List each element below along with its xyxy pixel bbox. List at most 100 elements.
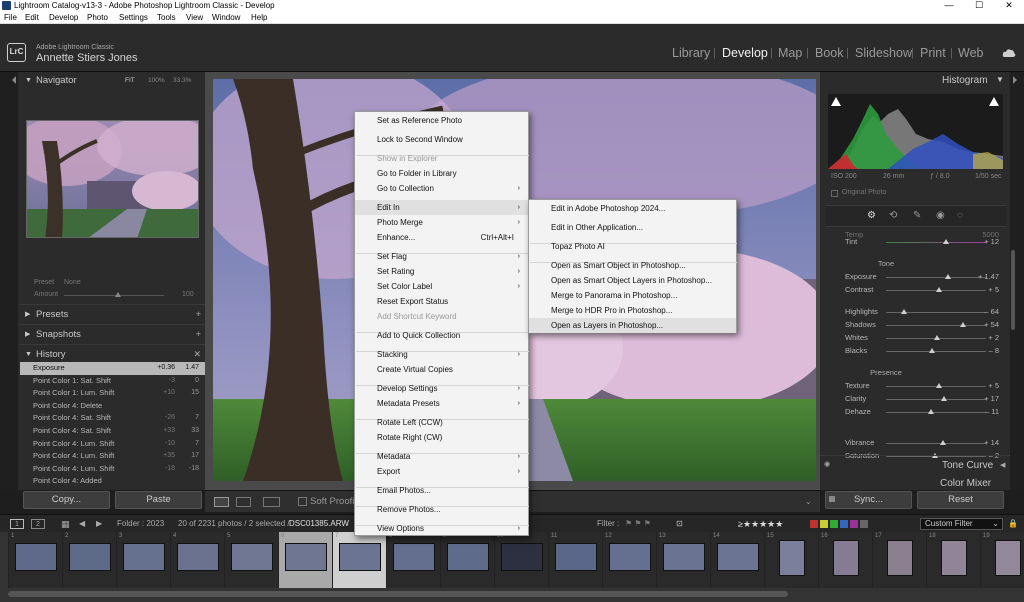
back-arrow-icon[interactable]: ◀: [79, 515, 85, 533]
amount-slider-knob[interactable]: [115, 292, 121, 297]
menu-item-go-to-folder-in-library[interactable]: Go to Folder in Library: [355, 166, 528, 181]
filmstrip-thumbnail[interactable]: 8: [386, 532, 440, 588]
blacks-knob[interactable]: [929, 348, 935, 353]
history-item[interactable]: Point Color 1: Sat. Shift -3 0: [20, 375, 205, 388]
color-mixer-header[interactable]: Color Mixer: [820, 475, 1010, 487]
menu-item-set-as-reference-photo[interactable]: Set as Reference Photo: [355, 113, 528, 128]
green-label-icon[interactable]: [830, 520, 838, 528]
menu-item-merge-to-hdr-pro-in-photoshop[interactable]: Merge to HDR Pro in Photoshop...: [529, 303, 736, 318]
forward-arrow-icon[interactable]: ▶: [96, 515, 102, 533]
menu-item-edit-in-other-application[interactable]: Edit in Other Application...: [529, 220, 736, 235]
shadow-clipping-icon[interactable]: [831, 97, 841, 106]
minimize-button[interactable]: —: [934, 0, 964, 11]
amount-slider-track[interactable]: [64, 295, 164, 296]
module-book[interactable]: Book: [815, 46, 844, 60]
flag-filter-icons[interactable]: ⚑ ⚑ ⚑: [625, 515, 651, 533]
dehaze-knob[interactable]: [928, 409, 934, 414]
healing-icon[interactable]: ✎: [913, 210, 921, 221]
menu-tools[interactable]: Tools: [157, 11, 176, 24]
exposure-slider[interactable]: Exposure + 1.47: [826, 271, 1001, 283]
menu-item-edit-in-adobe-photoshop-2024[interactable]: Edit in Adobe Photoshop 2024...: [529, 201, 736, 216]
filmstrip-thumbnail[interactable]: 17: [872, 532, 926, 588]
menu-item-open-as-smart-object-in-photoshop[interactable]: Open as Smart Object in Photoshop...: [529, 258, 736, 273]
clarity-slider[interactable]: Clarity + 17: [826, 393, 1001, 405]
eye-icon[interactable]: ◉: [824, 460, 830, 468]
filmstrip-thumbnail[interactable]: 5: [224, 532, 278, 588]
history-item[interactable]: Point Color 4: Lum. Shift +35 17: [20, 450, 205, 463]
vibrance-slider[interactable]: Vibrance + 14: [826, 437, 1001, 449]
tone-curve-header[interactable]: ◉ Tone Curve ◀: [820, 455, 1010, 475]
menu-item-rotate-right-cw[interactable]: Rotate Right (CW): [355, 430, 528, 445]
menu-item-email-photos[interactable]: Email Photos...: [355, 483, 528, 498]
red-label-icon[interactable]: [810, 520, 818, 528]
dehaze-track[interactable]: [886, 412, 986, 413]
presets-header[interactable]: ▶ Presets +: [20, 304, 205, 323]
history-item[interactable]: Point Color 4: Added: [20, 475, 205, 488]
menu-window[interactable]: Window: [212, 11, 240, 24]
menu-item-set-rating[interactable]: Set Rating ›: [355, 264, 528, 279]
left-panel-toggle-icon[interactable]: [12, 76, 16, 84]
clarity-track[interactable]: [886, 399, 986, 400]
left-panel-collapse-strip[interactable]: [0, 72, 18, 490]
blacks-slider[interactable]: Blacks – 8: [826, 345, 1001, 357]
whites-knob[interactable]: [934, 335, 940, 340]
menu-item-metadata[interactable]: Metadata ›: [355, 449, 528, 464]
highlights-knob[interactable]: [901, 309, 907, 314]
loupe-view-icon[interactable]: [214, 497, 229, 507]
dehaze-slider[interactable]: Dehaze – 11: [826, 406, 1001, 418]
menu-item-edit-in[interactable]: Edit In ›: [355, 200, 528, 215]
menu-item-create-virtual-copies[interactable]: Create Virtual Copies: [355, 362, 528, 377]
star-filter[interactable]: ≥★★★★★: [738, 515, 783, 533]
filmstrip-thumbnail[interactable]: 9: [440, 532, 494, 588]
module-slideshow[interactable]: Slideshow: [855, 46, 912, 60]
texture-knob[interactable]: [936, 383, 942, 388]
menu-item-rotate-left-ccw[interactable]: Rotate Left (CCW): [355, 415, 528, 430]
navigator-header[interactable]: ▼ Navigator FIT 100% 33.3%: [20, 71, 205, 90]
sync-button[interactable]: Sync...: [825, 491, 912, 509]
menu-item-open-as-smart-object-layers-in-photoshop[interactable]: Open as Smart Object Layers in Photoshop…: [529, 273, 736, 288]
vibrance-knob[interactable]: [940, 440, 946, 445]
tint-track[interactable]: [886, 242, 986, 243]
menu-item-develop-settings[interactable]: Develop Settings ›: [355, 381, 528, 396]
menu-item-remove-photos[interactable]: Remove Photos...: [355, 502, 528, 517]
filmstrip-scrollbar[interactable]: [8, 591, 788, 597]
vibrance-track[interactable]: [886, 443, 986, 444]
menu-edit[interactable]: Edit: [25, 11, 39, 24]
masking-icon[interactable]: ◌: [957, 210, 963, 221]
menu-item-stacking[interactable]: Stacking ›: [355, 347, 528, 362]
folder-path[interactable]: Folder : 2023: [117, 515, 164, 533]
menu-develop[interactable]: Develop: [49, 11, 78, 24]
original-photo-checkbox[interactable]: [831, 190, 838, 197]
shadows-track[interactable]: [886, 325, 986, 326]
toolbar-menu-icon[interactable]: ⌄: [805, 497, 812, 506]
filmstrip-thumbnail[interactable]: 16: [818, 532, 872, 588]
menu-item-view-options[interactable]: View Options ›: [355, 521, 528, 536]
history-item[interactable]: Point Color 4: Sat. Shift +33 33: [20, 425, 205, 438]
history-item[interactable]: Point Color 1: Lum. Shift +10 15: [20, 387, 205, 400]
module-develop[interactable]: Develop: [722, 46, 768, 60]
clarity-knob[interactable]: [941, 396, 947, 401]
zoom-fit[interactable]: FIT: [125, 71, 135, 90]
filmstrip-thumbnail[interactable]: 7: [332, 532, 386, 588]
menu-item-lock-to-second-window[interactable]: Lock to Second Window: [355, 132, 528, 147]
snapshots-header[interactable]: ▶ Snapshots +: [20, 324, 205, 343]
filmstrip-thumbnail[interactable]: 4: [170, 532, 224, 588]
soft-proofing-checkbox[interactable]: [298, 497, 307, 506]
copy-button[interactable]: Copy...: [23, 491, 110, 509]
menu-item-photo-merge[interactable]: Photo Merge ›: [355, 215, 528, 230]
menu-help[interactable]: Help: [251, 11, 267, 24]
menu-view[interactable]: View: [186, 11, 203, 24]
edit-sliders-icon[interactable]: ⚙: [867, 210, 876, 221]
menu-item-set-color-label[interactable]: Set Color Label ›: [355, 279, 528, 294]
filmstrip-thumbnail[interactable]: 6: [278, 532, 332, 588]
exposure-knob[interactable]: [945, 274, 951, 279]
gray-label-icon[interactable]: [860, 520, 868, 528]
history-item[interactable]: Exposure +0.36 1.47: [20, 362, 205, 375]
right-panel-toggle-icon[interactable]: [1013, 76, 1017, 84]
shadows-knob[interactable]: [960, 322, 966, 327]
module-print[interactable]: Print: [920, 46, 946, 60]
module-library[interactable]: Library: [672, 46, 710, 60]
texture-slider[interactable]: Texture + 5: [826, 380, 1001, 392]
filmstrip-thumbnail[interactable]: 1: [8, 532, 62, 588]
menu-item-open-as-layers-in-photoshop[interactable]: Open as Layers in Photoshop...: [529, 318, 736, 333]
